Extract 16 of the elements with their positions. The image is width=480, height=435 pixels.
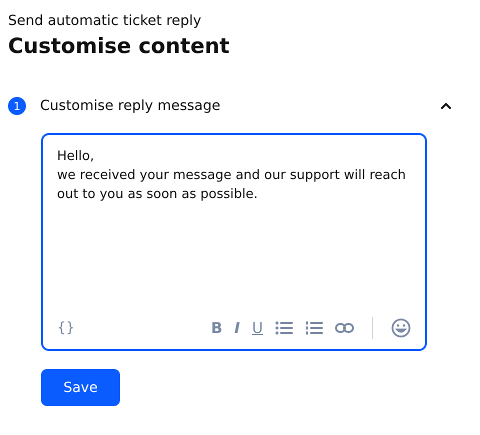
message-editor[interactable]: Hello, we received your message and our support will reach out to you as soon as possible. {} B I U [41, 133, 427, 351]
link-icon[interactable] [335, 323, 354, 333]
italic-button[interactable]: I [234, 319, 240, 337]
page-title: Customise content [8, 33, 231, 60]
bold-button[interactable]: B [210, 319, 222, 337]
chevron-icon[interactable] [440, 102, 452, 110]
numbered-list-icon[interactable] [305, 321, 323, 335]
bullet-list-icon[interactable] [275, 321, 293, 335]
emoji-icon[interactable] [391, 318, 411, 338]
variables-button[interactable]: {} [57, 320, 75, 336]
save-button[interactable]: Save [41, 369, 120, 406]
underline-button[interactable]: U [252, 319, 263, 337]
step-number: 1 [8, 97, 26, 115]
page-subtitle: Send automatic ticket reply [8, 12, 202, 30]
message-text: Hello, we received your message and our support will reach out to you as soon as possible. [57, 148, 407, 204]
step-title: Customise reply message [40, 98, 222, 114]
